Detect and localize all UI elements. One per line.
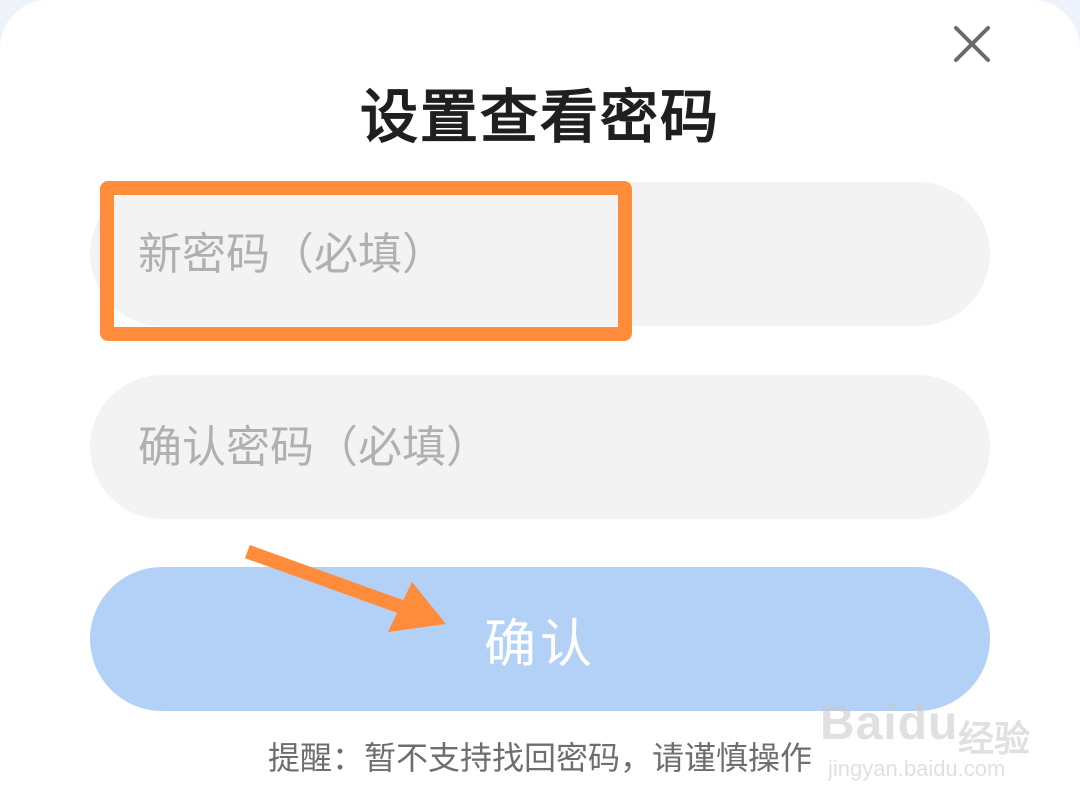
new-password-input[interactable] (90, 182, 990, 326)
warning-hint: 提醒：暂不支持找回密码，请谨慎操作 (267, 739, 812, 777)
password-dialog: 设置查看密码 确认 提醒：暂不支持找回密码，请谨慎操作 Baidu 经验 jin… (0, 0, 1080, 810)
dialog-title: 设置查看密码 (359, 83, 720, 151)
confirm-button[interactable]: 确认 (90, 567, 990, 711)
confirm-password-input[interactable] (90, 375, 990, 519)
close-icon[interactable] (950, 22, 994, 66)
